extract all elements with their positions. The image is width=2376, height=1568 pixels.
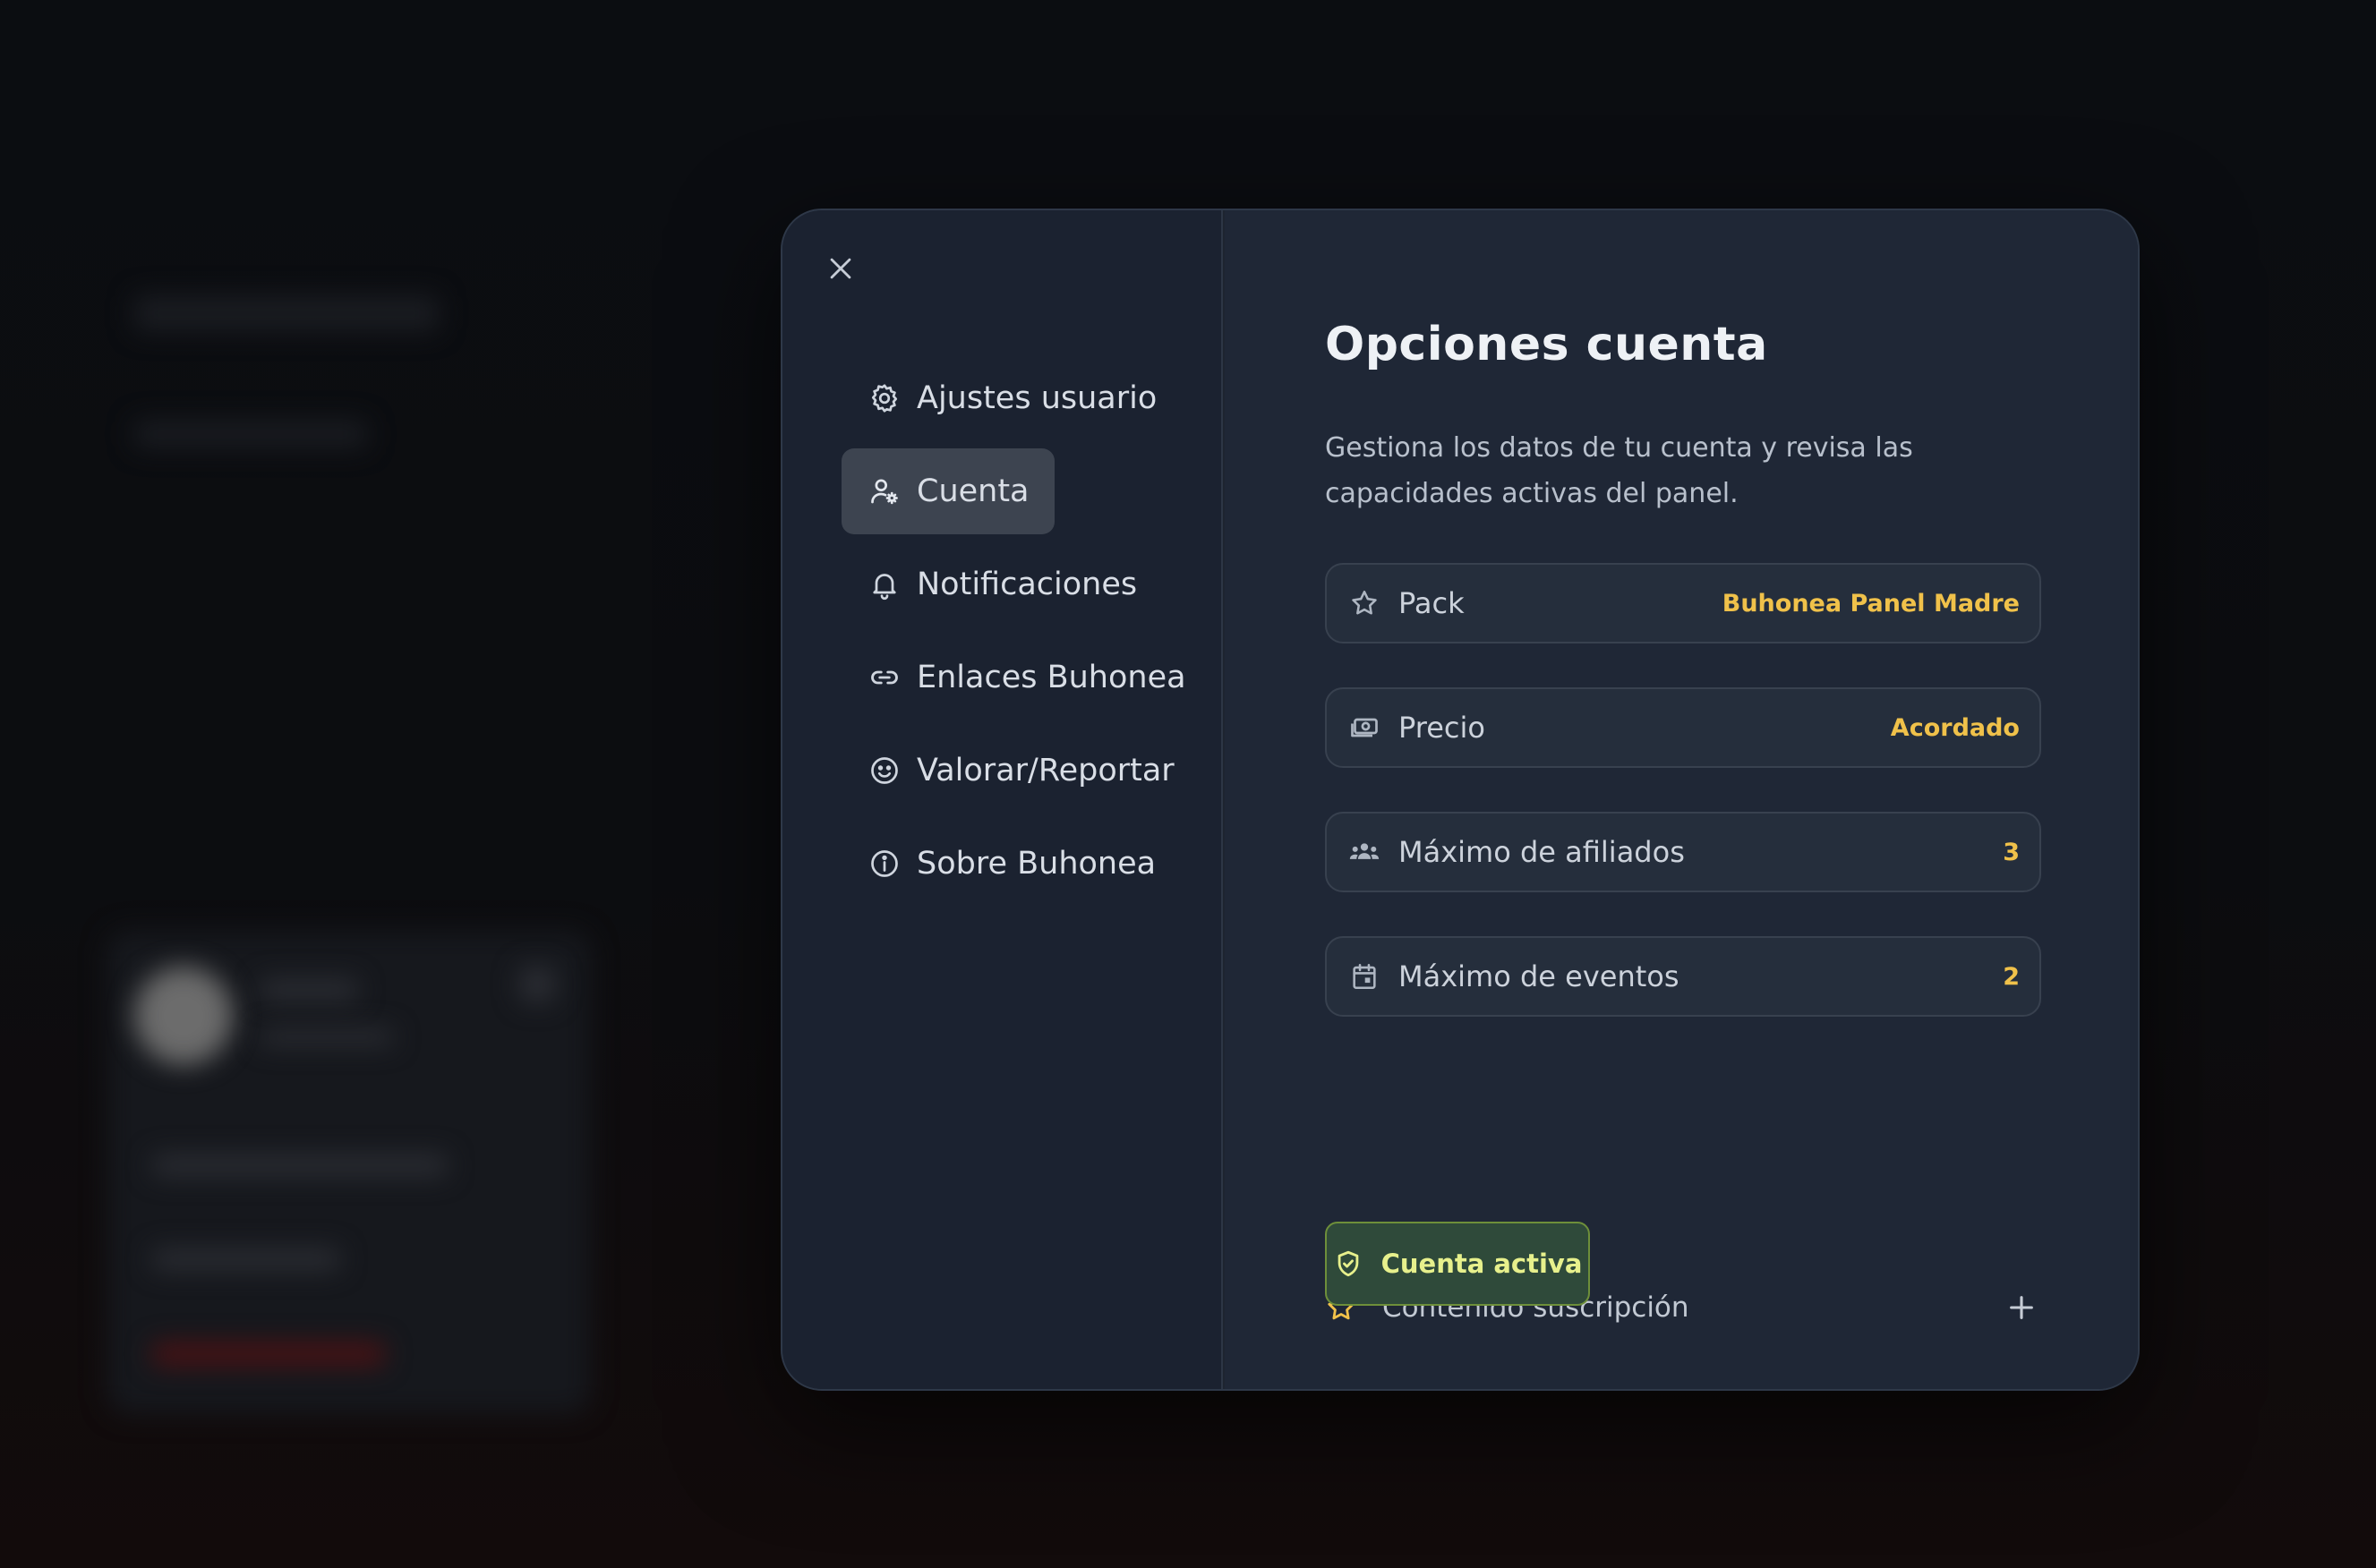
page-title: Opciones cuenta [1325,318,1768,371]
nav-item-label: Cuenta [917,473,1030,509]
background-avatar [134,967,233,1065]
group-icon [1346,834,1382,870]
modal-sidebar: Ajustes usuario Cuenta Notificaciones En… [782,210,1223,1389]
account-options-panel: Opciones cuenta Gestiona los datos de tu… [1225,210,2138,1389]
status-badge-label: Cuenta activa [1380,1248,1583,1279]
account-options-modal: Ajustes usuario Cuenta Notificaciones En… [781,209,2140,1391]
shield-check-icon [1333,1248,1365,1280]
calendar-icon [1346,959,1382,994]
gear-icon [867,380,902,416]
nav-item-enlaces-buhonea[interactable]: Enlaces Buhonea [842,635,1211,720]
nav-item-label: Ajustes usuario [917,380,1158,416]
background-icon [519,967,555,1002]
bell-icon [867,567,902,602]
nav-item-ajustes-usuario[interactable]: Ajustes usuario [842,355,1182,441]
info-row-label: Máximo de afiliados [1398,835,1685,869]
nav-item-notificaciones[interactable]: Notificaciones [842,541,1162,627]
link-icon [867,660,902,695]
info-row-label: Precio [1398,711,1485,745]
info-row-value: 3 [2003,838,2020,866]
nav-item-label: Notificaciones [917,567,1138,602]
nav-item-label: Enlaces Buhonea [917,660,1186,695]
settings-nav: Ajustes usuario Cuenta Notificaciones En… [842,355,1200,914]
background-header-line [134,295,439,331]
nav-item-cuenta[interactable]: Cuenta [842,448,1055,534]
nav-item-valorar-reportar[interactable]: Valorar/Reportar [842,728,1200,814]
background-menu-line [152,1248,340,1270]
info-row-label: Pack [1398,586,1465,620]
background-logout-line [152,1342,385,1366]
info-row-max-afiliados: Máximo de afiliados 3 [1325,812,2041,892]
info-row-precio: Precio Acordado [1325,687,2041,768]
info-row-label: Máximo de eventos [1398,959,1679,993]
status-badge: Cuenta activa [1325,1222,1590,1306]
info-row-value: Buhonea Panel Madre [1722,589,2020,618]
info-row-max-eventos: Máximo de eventos 2 [1325,936,2041,1017]
close-icon [830,258,851,279]
info-icon [867,846,902,882]
user-gear-icon [867,473,902,509]
expand-button[interactable] [2002,1288,2041,1327]
nav-item-label: Valorar/Reportar [917,753,1175,788]
info-row-value: 2 [2003,962,2020,991]
page-description: Gestiona los datos de tu cuenta y revisa… [1325,432,1913,509]
background-name-line [260,979,358,1001]
cash-icon [1346,710,1382,746]
info-row-pack: Pack Buhonea Panel Madre [1325,563,2041,643]
nav-item-sobre-buhonea[interactable]: Sobre Buhonea [842,821,1181,907]
star-icon [1346,585,1382,621]
close-button[interactable] [818,246,863,291]
plus-icon [2010,1296,2033,1319]
background-subtitle-line [260,1029,394,1045]
nav-item-label: Sobre Buhonea [917,846,1157,882]
background-menu-line [152,1155,448,1176]
info-row-value: Acordado [1890,713,2020,742]
background-header-line [134,421,367,447]
smiley-icon [867,753,902,788]
